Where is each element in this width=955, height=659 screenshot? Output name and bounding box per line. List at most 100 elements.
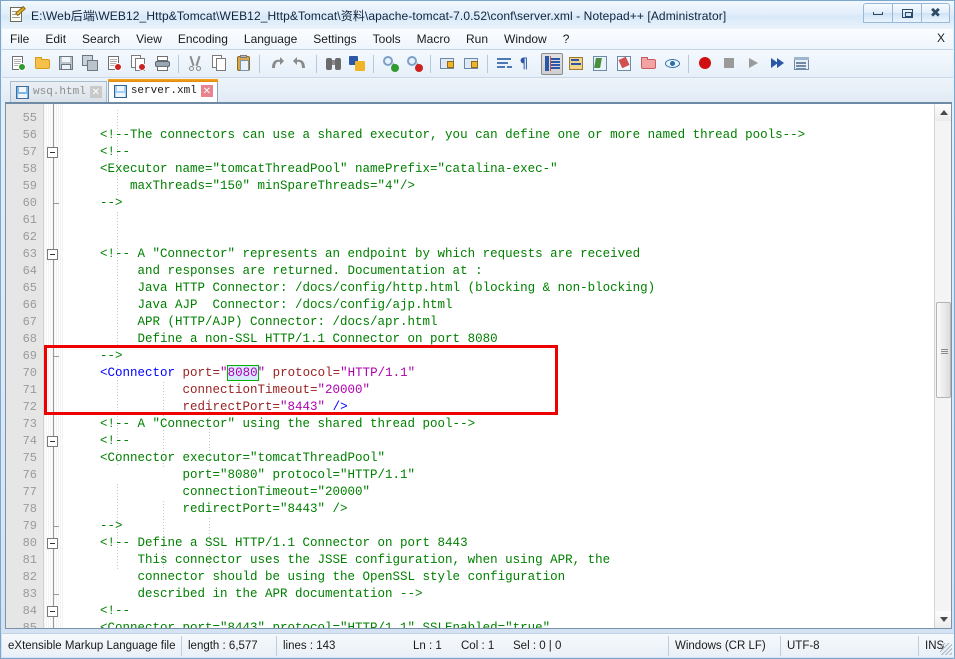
zoom-out-button[interactable] [403, 53, 425, 75]
code-line[interactable]: <Connector port="8080" protocol="HTTP/1.… [64, 365, 951, 382]
code-line[interactable]: <!--The connectors can use a shared exec… [64, 127, 951, 144]
print-button[interactable] [151, 53, 173, 75]
fold-marker-row[interactable] [44, 433, 64, 450]
close-button[interactable]: ✖ [921, 3, 950, 23]
fold-marker-row[interactable] [44, 195, 64, 212]
run-macro-multiple-button[interactable] [766, 53, 788, 75]
code-line[interactable]: Java HTTP Connector: /docs/config/http.h… [64, 280, 951, 297]
menu-item-help[interactable]: ? [556, 30, 577, 48]
fold-marker-row[interactable] [44, 501, 64, 518]
code-line[interactable]: port="8080" protocol="HTTP/1.1" [64, 467, 951, 484]
code-line[interactable]: Java AJP Connector: /docs/config/ajp.htm… [64, 297, 951, 314]
fold-marker-row[interactable] [44, 416, 64, 433]
menu-item-search[interactable]: Search [75, 30, 127, 48]
function-list-button[interactable] [613, 53, 635, 75]
copy-button[interactable] [208, 53, 230, 75]
fold-marker-row[interactable] [44, 620, 64, 628]
fold-collapse-icon[interactable] [47, 249, 58, 260]
fold-marker-row[interactable] [44, 586, 64, 603]
minimize-button[interactable] [863, 3, 892, 23]
menu-item-settings[interactable]: Settings [306, 30, 363, 48]
code-folding-margin[interactable] [44, 104, 64, 628]
menu-item-encoding[interactable]: Encoding [171, 30, 235, 48]
code-line[interactable]: connector should be using the OpenSSL st… [64, 569, 951, 586]
ui-user-defined-dialog-button[interactable] [565, 53, 587, 75]
replace-button[interactable] [346, 53, 368, 75]
fold-marker-row[interactable] [44, 467, 64, 484]
vertical-scrollbar-thumb[interactable] [936, 302, 951, 398]
close-document-button[interactable]: X [937, 31, 945, 45]
paste-button[interactable] [232, 53, 254, 75]
fold-marker-row[interactable] [44, 535, 64, 552]
show-document-map-button[interactable] [589, 53, 611, 75]
code-line[interactable]: --> [64, 348, 951, 365]
undo-button[interactable] [265, 53, 287, 75]
resize-grip-icon[interactable] [940, 643, 952, 655]
fold-marker-row[interactable] [44, 127, 64, 144]
fold-marker-row[interactable] [44, 603, 64, 620]
tab-server-xml[interactable]: server.xml ✕ [107, 79, 218, 102]
code-line[interactable]: <!-- [64, 433, 951, 450]
zoom-in-button[interactable] [379, 53, 401, 75]
code-line[interactable]: redirectPort="8443" /> [64, 501, 951, 518]
scroll-down-arrow-icon[interactable] [935, 611, 951, 628]
code-line[interactable]: and responses are returned. Documentatio… [64, 263, 951, 280]
show-all-characters-button[interactable]: ¶ [517, 53, 539, 75]
word-wrap-button[interactable] [493, 53, 515, 75]
menu-item-macro[interactable]: Macro [410, 30, 457, 48]
close-all-button[interactable] [127, 53, 149, 75]
code-line[interactable]: <Executor name="tomcatThreadPool" namePr… [64, 161, 951, 178]
save-button[interactable] [55, 53, 77, 75]
fold-marker-row[interactable] [44, 348, 64, 365]
code-line[interactable]: --> [64, 518, 951, 535]
fold-marker-row[interactable] [44, 178, 64, 195]
fold-collapse-icon[interactable] [47, 538, 58, 549]
code-line[interactable]: Define a non-SSL HTTP/1.1 Connector on p… [64, 331, 951, 348]
editor-area[interactable]: 55 56 57 58 59 60 61 62 63 64 65 66 67 68 69 70 71 72 73 74… [5, 102, 952, 629]
maximize-button[interactable] [892, 3, 921, 23]
code-line[interactable]: APR (HTTP/AJP) Connector: /docs/apr.html [64, 314, 951, 331]
scroll-up-arrow-icon[interactable] [935, 104, 951, 121]
fold-marker-row[interactable] [44, 450, 64, 467]
fold-marker-row[interactable] [44, 280, 64, 297]
code-text[interactable]: <!--The connectors can use a shared exec… [64, 104, 951, 628]
sync-vertical-scroll-button[interactable] [436, 53, 458, 75]
fold-marker-row[interactable] [44, 518, 64, 535]
fold-marker-row[interactable] [44, 161, 64, 178]
menu-item-window[interactable]: Window [497, 30, 554, 48]
code-line[interactable]: This connector uses the JSSE configurati… [64, 552, 951, 569]
menu-item-view[interactable]: View [129, 30, 169, 48]
code-line[interactable]: maxThreads="150" minSpareThreads="4"/> [64, 178, 951, 195]
play-macro-button[interactable] [742, 53, 764, 75]
monitoring-button[interactable] [661, 53, 683, 75]
find-button[interactable] [322, 53, 344, 75]
fold-marker-row[interactable] [44, 552, 64, 569]
fold-marker-row[interactable] [44, 331, 64, 348]
fold-marker-row[interactable] [44, 297, 64, 314]
code-line[interactable]: <!-- A "Connector" using the shared thre… [64, 416, 951, 433]
fold-marker-row[interactable] [44, 263, 64, 280]
code-line[interactable] [64, 229, 951, 246]
code-line[interactable]: connectionTimeout="20000" [64, 484, 951, 501]
folder-as-workspace-button[interactable] [637, 53, 659, 75]
code-line[interactable]: <!-- Define a SSL HTTP/1.1 Connector on … [64, 535, 951, 552]
menu-item-file[interactable]: File [3, 30, 36, 48]
fold-marker-row[interactable] [44, 569, 64, 586]
fold-marker-row[interactable] [44, 365, 64, 382]
fold-collapse-icon[interactable] [47, 606, 58, 617]
fold-collapse-icon[interactable] [47, 436, 58, 447]
fold-marker-row[interactable] [44, 144, 64, 161]
fold-marker-row[interactable] [44, 212, 64, 229]
cut-button[interactable] [184, 53, 206, 75]
code-line[interactable] [64, 110, 951, 127]
code-line[interactable]: connectionTimeout="20000" [64, 382, 951, 399]
code-line[interactable]: <Connector executor="tomcatThreadPool" [64, 450, 951, 467]
code-line[interactable]: redirectPort="8443" /> [64, 399, 951, 416]
menu-item-tools[interactable]: Tools [366, 30, 408, 48]
menu-item-edit[interactable]: Edit [38, 30, 73, 48]
tab-close-icon[interactable]: ✕ [200, 85, 213, 97]
fold-marker-row[interactable] [44, 246, 64, 263]
close-file-button[interactable] [103, 53, 125, 75]
show-indent-guide-button[interactable] [541, 52, 563, 75]
menu-item-language[interactable]: Language [237, 30, 304, 48]
